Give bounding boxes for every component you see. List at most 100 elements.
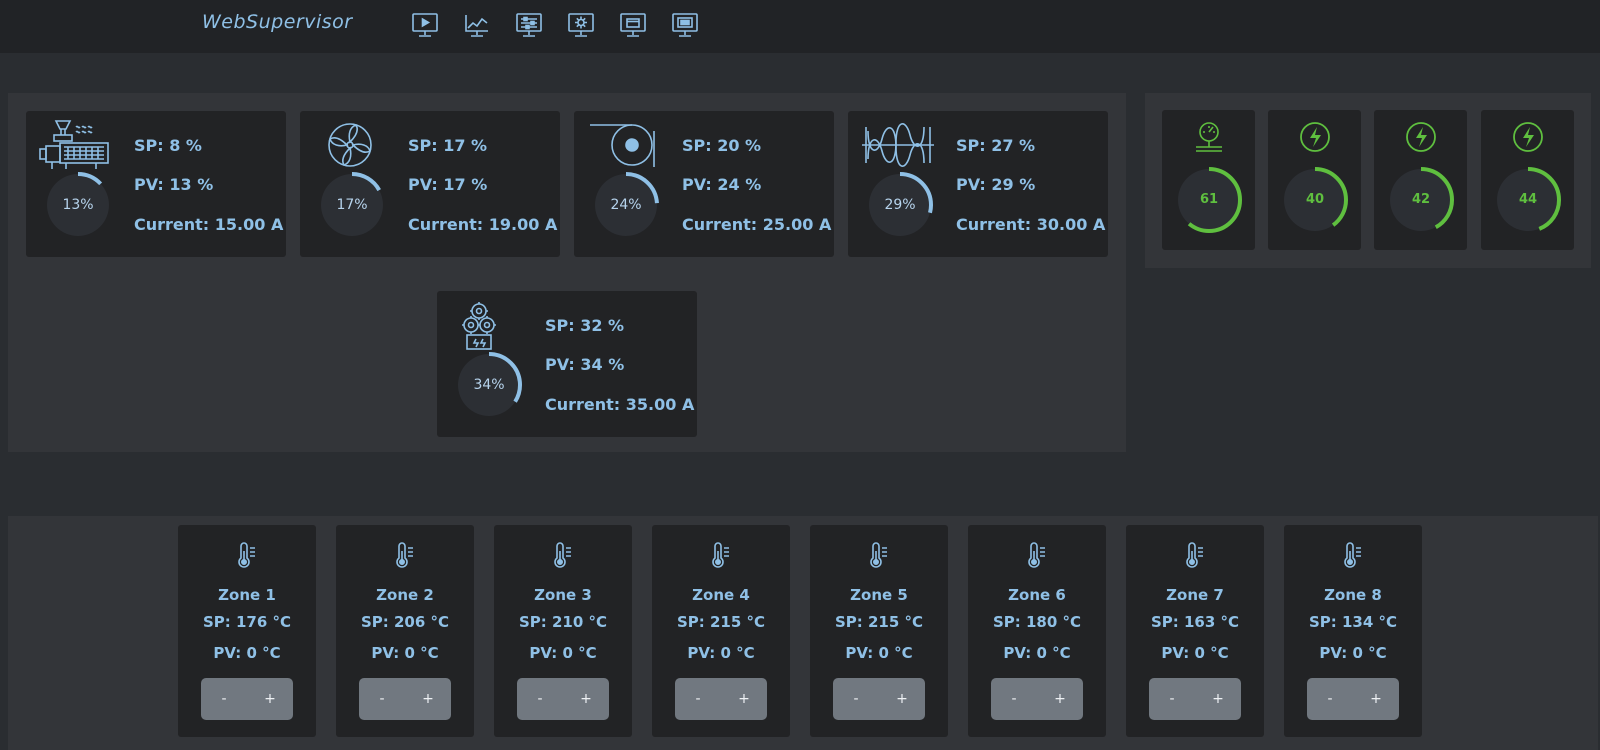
zone-decrement-button[interactable]: -	[359, 678, 405, 720]
zone-name: Zone 6	[1008, 586, 1066, 604]
zone-increment-button[interactable]: +	[1353, 678, 1399, 720]
sensor-gauge: 44	[1494, 166, 1562, 234]
motor-current: Current: 19.00 A	[408, 215, 558, 234]
motor-current: Current: 15.00 A	[134, 215, 284, 234]
zone-sp: SP: 180 °C	[992, 613, 1082, 631]
sensor-gauge: 42	[1387, 166, 1455, 234]
monitor-screen-icon[interactable]	[670, 11, 700, 41]
zone-increment-button[interactable]: +	[1195, 678, 1241, 720]
motor-gauge: 13%	[44, 171, 112, 239]
zone-card: Zone 1 SP: 176 °C PV: 0 °C - +	[178, 525, 316, 737]
zone-card: Zone 2 SP: 206 °C PV: 0 °C - +	[336, 525, 474, 737]
zone-decrement-button[interactable]: -	[833, 678, 879, 720]
motor-sp: SP: 32 %	[545, 316, 625, 335]
motor-sp: SP: 17 %	[408, 136, 488, 155]
zone-name: Zone 7	[1166, 586, 1224, 604]
zone-increment-button[interactable]: +	[721, 678, 767, 720]
sensor-card-power-1: 40	[1268, 110, 1361, 250]
motor-sp: SP: 27 %	[956, 136, 1036, 155]
zone-card: Zone 7 SP: 163 °C PV: 0 °C - +	[1126, 525, 1264, 737]
monitor-settings-icon[interactable]	[566, 11, 596, 41]
zone-decrement-button[interactable]: -	[991, 678, 1037, 720]
zone-card: Zone 5 SP: 215 °C PV: 0 °C - +	[810, 525, 948, 737]
zone-increment-button[interactable]: +	[405, 678, 451, 720]
zone-increment-button[interactable]: +	[247, 678, 293, 720]
zone-stepper: - +	[1307, 678, 1399, 720]
motor-current: Current: 25.00 A	[682, 215, 832, 234]
sensor-card-power-2: 42	[1374, 110, 1467, 250]
fan-icon	[312, 119, 388, 171]
gauge-label: 13%	[62, 197, 94, 213]
zone-decrement-button[interactable]: -	[675, 678, 721, 720]
zone-sp: SP: 210 °C	[518, 613, 608, 631]
gauge-label: 17%	[336, 197, 368, 213]
zone-name: Zone 4	[692, 586, 750, 604]
gauge-label: 24%	[610, 197, 642, 213]
zone-sp: SP: 163 °C	[1150, 613, 1240, 631]
zone-pv: PV: 0 °C	[1003, 644, 1071, 662]
motor-pv: PV: 29 %	[956, 175, 1036, 194]
motor-sp: SP: 20 %	[682, 136, 762, 155]
thermometer-icon	[706, 541, 736, 571]
thermometer-icon	[548, 541, 578, 571]
motor-pv: PV: 34 %	[545, 355, 625, 374]
zone-increment-button[interactable]: +	[879, 678, 925, 720]
zone-name: Zone 1	[218, 586, 276, 604]
power-bolt-icon	[1511, 120, 1545, 154]
thermometer-icon	[1022, 541, 1052, 571]
monitor-window-icon[interactable]	[618, 11, 648, 41]
motor-card-screw: 29% SP: 27 % PV: 29 % Current: 30.00 A	[848, 111, 1108, 257]
sensor-value: 42	[1411, 192, 1431, 207]
zone-stepper: - +	[675, 678, 767, 720]
power-bolt-icon	[1298, 120, 1332, 154]
zone-stepper: - +	[991, 678, 1083, 720]
thermometer-icon	[1338, 541, 1368, 571]
zone-sp: SP: 215 °C	[834, 613, 924, 631]
zone-increment-button[interactable]: +	[563, 678, 609, 720]
screw-icon	[860, 119, 936, 171]
monitor-chart-icon[interactable]	[462, 11, 492, 41]
motor-current: Current: 35.00 A	[545, 395, 695, 414]
monitor-sliders-icon[interactable]	[514, 11, 544, 41]
power-bolt-icon	[1404, 120, 1438, 154]
gauge-label: 34%	[473, 377, 505, 393]
gauge-label: 29%	[884, 197, 916, 213]
zone-card: Zone 3 SP: 210 °C PV: 0 °C - +	[494, 525, 632, 737]
zone-sp: SP: 134 °C	[1308, 613, 1398, 631]
zone-pv: PV: 0 °C	[687, 644, 755, 662]
pressure-gauge-icon	[1192, 120, 1226, 154]
zone-stepper: - +	[1149, 678, 1241, 720]
zone-card: Zone 4 SP: 215 °C PV: 0 °C - +	[652, 525, 790, 737]
zone-decrement-button[interactable]: -	[1149, 678, 1195, 720]
sensor-value: 40	[1305, 192, 1325, 207]
zone-increment-button[interactable]: +	[1037, 678, 1083, 720]
motor-pv: PV: 24 %	[682, 175, 762, 194]
zone-decrement-button[interactable]: -	[201, 678, 247, 720]
zone-stepper: - +	[833, 678, 925, 720]
zone-pv: PV: 0 °C	[371, 644, 439, 662]
zone-name: Zone 8	[1324, 586, 1382, 604]
thermometer-icon	[232, 541, 262, 571]
extruder-icon	[38, 119, 114, 171]
sensor-card-power-3: 44	[1481, 110, 1574, 250]
zone-pv: PV: 0 °C	[529, 644, 597, 662]
monitor-play-icon[interactable]	[410, 11, 440, 41]
zone-pv: PV: 0 °C	[845, 644, 913, 662]
winder-icon	[586, 119, 662, 171]
zone-pv: PV: 0 °C	[213, 644, 281, 662]
zone-decrement-button[interactable]: -	[1307, 678, 1353, 720]
zone-name: Zone 3	[534, 586, 592, 604]
motor-card-winder: 24% SP: 20 % PV: 24 % Current: 25.00 A	[574, 111, 834, 257]
zone-stepper: - +	[201, 678, 293, 720]
motor-gauge: 24%	[592, 171, 660, 239]
motor-current: Current: 30.00 A	[956, 215, 1106, 234]
zone-name: Zone 5	[850, 586, 908, 604]
thermometer-icon	[390, 541, 420, 571]
zone-decrement-button[interactable]: -	[517, 678, 563, 720]
zone-card: Zone 8 SP: 134 °C PV: 0 °C - +	[1284, 525, 1422, 737]
zone-card: Zone 6 SP: 180 °C PV: 0 °C - +	[968, 525, 1106, 737]
zone-sp: SP: 206 °C	[360, 613, 450, 631]
motor-card-extruder: 13% SP: 8 % PV: 13 % Current: 15.00 A	[26, 111, 286, 257]
thermometer-icon	[864, 541, 894, 571]
motor-pv: PV: 13 %	[134, 175, 214, 194]
